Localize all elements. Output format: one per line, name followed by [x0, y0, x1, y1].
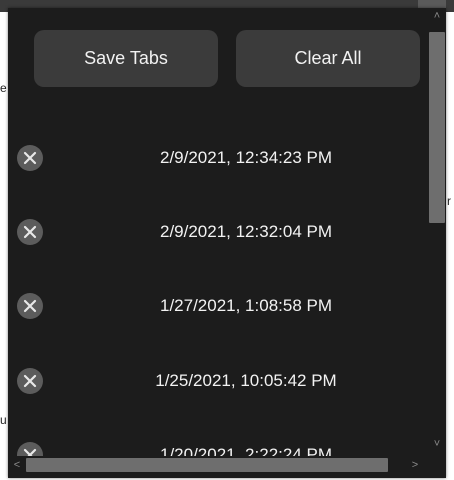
session-list-item: 2/9/2021, 12:32:04 PM	[8, 212, 426, 252]
close-icon	[23, 151, 37, 165]
background-page-text: e	[0, 81, 7, 95]
session-list-item: 1/27/2021, 1:08:58 PM	[8, 286, 426, 326]
delete-session-button[interactable]	[17, 293, 43, 319]
session-timestamp[interactable]: 1/25/2021, 10:05:42 PM	[88, 361, 404, 401]
background-page-text: r	[447, 194, 451, 208]
horizontal-scrollbar[interactable]: ˂ ˃	[8, 456, 428, 474]
session-timestamp[interactable]: 2/9/2021, 12:32:04 PM	[88, 212, 404, 252]
session-timestamp[interactable]: 2/9/2021, 12:34:23 PM	[88, 138, 404, 178]
close-icon	[23, 374, 37, 388]
close-icon	[23, 299, 37, 313]
clear-all-button[interactable]: Clear All	[236, 30, 420, 87]
scrollbar-corner	[428, 456, 446, 478]
popup-content: Save Tabs Clear All 2/9/2021, 12:34:23 P…	[8, 8, 426, 456]
delete-session-button[interactable]	[17, 219, 43, 245]
chevron-down-icon[interactable]: ˅	[430, 438, 444, 450]
session-timestamp[interactable]: 1/27/2021, 1:08:58 PM	[88, 286, 404, 326]
delete-session-button[interactable]	[17, 442, 43, 456]
screen: e r u Save Tabs Clear All 2/9/2021, 12:3…	[0, 0, 454, 480]
save-tabs-button[interactable]: Save Tabs	[34, 30, 218, 87]
close-icon	[23, 448, 37, 456]
chevron-right-icon[interactable]: ˃	[408, 459, 422, 471]
vertical-scrollbar-thumb[interactable]	[429, 32, 445, 223]
background-page-text: u	[0, 413, 7, 427]
delete-session-button[interactable]	[17, 368, 43, 394]
session-list-item: 1/20/2021, 2:22:24 PM	[8, 435, 426, 456]
session-list-item: 2/9/2021, 12:34:23 PM	[8, 138, 426, 178]
chevron-up-icon[interactable]: ˄	[430, 10, 444, 22]
vertical-scrollbar[interactable]: ˄ ˅	[428, 8, 446, 456]
saved-tabs-popup: Save Tabs Clear All 2/9/2021, 12:34:23 P…	[8, 8, 446, 478]
horizontal-scrollbar-thumb[interactable]	[26, 458, 388, 472]
close-icon	[23, 225, 37, 239]
session-list-item: 1/25/2021, 10:05:42 PM	[8, 361, 426, 401]
delete-session-button[interactable]	[17, 145, 43, 171]
session-timestamp[interactable]: 1/20/2021, 2:22:24 PM	[88, 435, 404, 456]
chevron-left-icon[interactable]: ˂	[10, 459, 24, 471]
